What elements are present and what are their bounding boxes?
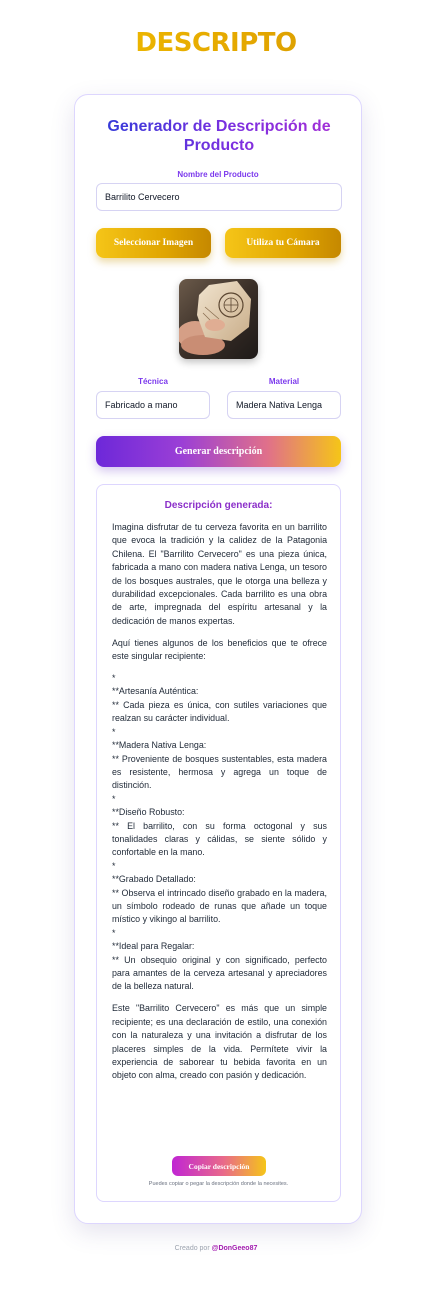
list-item-bullet: * — [112, 793, 116, 804]
list-item-bullet: * — [112, 927, 116, 938]
page-title: Generador de Descripción de Producto — [95, 117, 343, 155]
technique-label: Técnica — [138, 377, 168, 386]
description-text: Imagina disfrutar de tu cerveza favorita… — [112, 521, 327, 1091]
product-name-input[interactable] — [96, 183, 342, 211]
list-item-text: ** El barrilito, con su forma octogonal … — [112, 820, 327, 858]
technique-input[interactable] — [96, 391, 210, 419]
material-label: Material — [268, 377, 300, 386]
list-item-bullet: * — [112, 860, 116, 871]
footer-credit: Creado por @DonGeeo87 — [0, 1245, 432, 1252]
copy-description-button[interactable]: Copiar descripción — [172, 1156, 266, 1176]
list-item-bullet: * — [112, 726, 116, 737]
copy-hint: Puedes copiar o pegar la descripción don… — [148, 1181, 289, 1187]
product-image-preview — [179, 279, 258, 359]
list-item-heading: **Grabado Detallado: — [112, 874, 196, 885]
benefits-list: * **Artesanía Auténtica: ** Cada pieza e… — [112, 672, 327, 994]
list-item-heading: **Artesanía Auténtica: — [112, 686, 199, 697]
list-item-bullet: * — [112, 673, 116, 684]
list-item-text: ** Proveniente de bosques sustentables, … — [112, 753, 327, 791]
material-input[interactable] — [227, 391, 341, 419]
author-link[interactable]: @DonGeeo87 — [212, 1245, 258, 1252]
list-item-heading: **Madera Nativa Lenga: — [112, 740, 207, 751]
product-name-label: Nombre del Producto — [177, 170, 259, 179]
list-item-text: ** Cada pieza es única, con sutiles vari… — [112, 699, 327, 724]
generator-card: Generador de Descripción de Producto Nom… — [74, 94, 362, 1224]
generate-description-button[interactable]: Generar descripción — [96, 436, 341, 467]
benefits-intro: Aquí tienes algunos de los beneficios qu… — [112, 637, 327, 662]
list-item-text: ** Observa el intrincado diseño grabado … — [112, 887, 327, 925]
app-logo: DESCRIPTO — [0, 28, 432, 58]
select-image-button[interactable]: Seleccionar Imagen — [96, 228, 211, 258]
list-item-heading: **Diseño Robusto: — [112, 807, 185, 818]
result-title: Descripción generada: — [164, 500, 273, 511]
footer-prefix: Creado por — [174, 1245, 210, 1252]
barrel-photo-icon — [179, 279, 258, 359]
use-camera-button[interactable]: Utiliza tu Cámara — [225, 228, 341, 258]
list-item-text: ** Un obsequio original y con significad… — [112, 954, 327, 992]
list-item-heading: **Ideal para Regalar: — [112, 941, 195, 952]
description-closing: Este "Barrilito Cervecero" es más que un… — [112, 1003, 327, 1081]
description-intro: Imagina disfrutar de tu cerveza favorita… — [112, 522, 327, 626]
generated-description-panel: Descripción generada: Imagina disfrutar … — [96, 484, 341, 1202]
